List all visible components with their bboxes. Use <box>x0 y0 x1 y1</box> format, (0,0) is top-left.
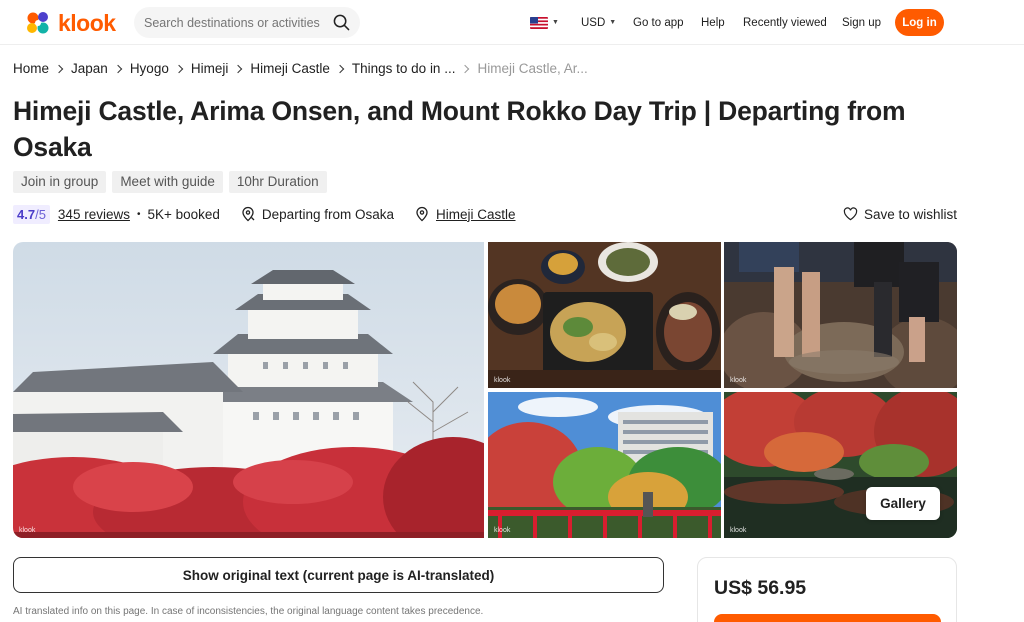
language-selector[interactable]: ▼ <box>530 0 559 45</box>
klook-logo[interactable]: klook <box>24 9 116 37</box>
wishlist-label: Save to wishlist <box>863 206 957 222</box>
chevron-down-icon: ▼ <box>552 19 559 26</box>
search-bar[interactable] <box>134 7 360 38</box>
departure-pin-icon <box>242 206 255 222</box>
gallery-image-footbath[interactable]: klook <box>724 242 957 388</box>
tag-meet-with-guide: Meet with guide <box>112 171 223 193</box>
location-pin-icon <box>416 206 428 222</box>
recently-viewed-label: Recently viewed <box>743 16 827 29</box>
currency-selector[interactable]: USD ▼ <box>581 0 616 45</box>
breadcrumb-himeji-castle[interactable]: Himeji Castle <box>250 61 330 76</box>
gallery-button[interactable]: Gallery <box>866 487 940 520</box>
breadcrumb-home[interactable]: Home <box>13 61 49 76</box>
location-link[interactable]: Himeji Castle <box>436 207 516 222</box>
rating-denominator: /5 <box>35 206 46 222</box>
klook-logo-icon <box>24 9 52 37</box>
chevron-right-icon <box>55 64 65 74</box>
photo-gallery: klook klook klook klook klook <box>13 242 957 538</box>
watermark: klook <box>494 377 511 384</box>
help-label: Help <box>701 16 725 29</box>
price-value: US$ 56.95 <box>714 577 807 599</box>
breadcrumb-hyogo[interactable]: Hyogo <box>130 61 169 76</box>
breadcrumb-current: Himeji Castle, Ar... <box>477 61 588 76</box>
gallery-image-garden[interactable]: klook <box>488 392 721 538</box>
chevron-right-icon <box>336 64 346 74</box>
chevron-right-icon <box>175 64 185 74</box>
breadcrumb-things-to-do[interactable]: Things to do in ... <box>352 61 456 76</box>
search-input[interactable] <box>144 15 324 30</box>
go-to-app-label: Go to app <box>633 16 684 29</box>
separator-dot: • <box>136 208 141 220</box>
save-to-wishlist-button[interactable]: Save to wishlist <box>843 203 957 225</box>
go-to-app-link[interactable]: Go to app <box>633 0 684 45</box>
watermark: klook <box>730 377 747 384</box>
breadcrumb: Home Japan Hyogo Himeji Himeji Castle Th… <box>13 61 588 76</box>
book-now-button[interactable] <box>714 614 941 622</box>
logo-text: klook <box>58 9 116 36</box>
heart-icon <box>843 207 858 221</box>
rating-badge: 4.7/5 <box>13 204 50 224</box>
help-link[interactable]: Help <box>701 0 725 45</box>
reviews-link[interactable]: 345 reviews <box>58 207 130 222</box>
show-original-text-button[interactable]: Show original text (current page is AI-t… <box>13 557 664 593</box>
title-line-1: Himeji Castle, Arima Onsen, and Mount Ro… <box>13 96 906 126</box>
sign-up-link[interactable]: Sign up <box>842 0 881 45</box>
departing-text: Departing from Osaka <box>261 206 394 222</box>
recently-viewed-link[interactable]: Recently viewed <box>743 0 827 45</box>
breadcrumb-himeji[interactable]: Himeji <box>191 61 229 76</box>
rating-value: 4.7 <box>17 206 36 222</box>
page-title: Himeji Castle, Arima Onsen, and Mount Ro… <box>13 93 993 165</box>
search-icon[interactable] <box>333 14 350 31</box>
breadcrumb-japan[interactable]: Japan <box>71 61 108 76</box>
tag-duration: 10hr Duration <box>228 171 327 193</box>
watermark: klook <box>19 527 36 534</box>
chevron-right-icon <box>234 64 244 74</box>
tag-join-in-group: Join in group <box>13 171 107 193</box>
login-button[interactable]: Log in <box>895 9 944 36</box>
price-card: US$ 56.95 <box>697 557 957 622</box>
ai-translation-note: AI translated info on this page. In case… <box>13 606 484 617</box>
booked-count: 5K+ booked <box>147 206 220 222</box>
activity-tags: Join in group Meet with guide 10hr Durat… <box>13 171 327 193</box>
chevron-down-icon: ▼ <box>609 19 617 26</box>
gallery-main-image[interactable]: klook <box>13 242 484 538</box>
activity-meta: 4.7/5 345 reviews • 5K+ booked Departing… <box>13 203 516 225</box>
chevron-right-icon <box>114 64 124 74</box>
chevron-right-icon <box>461 64 471 74</box>
gallery-image-food[interactable]: klook <box>488 242 721 388</box>
sign-up-label: Sign up <box>842 16 882 29</box>
top-header: klook ▼ USD ▼ Go to app Help <box>0 0 1024 45</box>
currency-label: USD <box>581 16 606 29</box>
watermark: klook <box>730 527 747 534</box>
us-flag-icon <box>530 16 548 29</box>
title-line-2: Osaka <box>13 132 92 162</box>
watermark: klook <box>494 527 511 534</box>
